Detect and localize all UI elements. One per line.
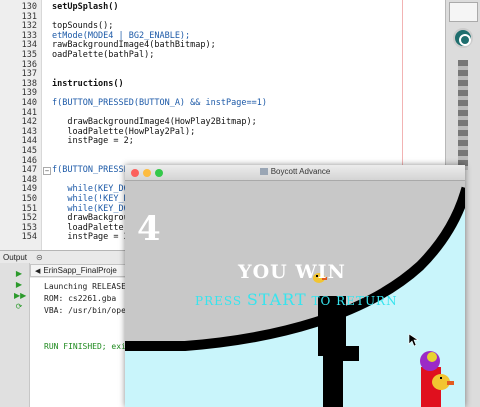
console-line: Launching RELEASE	[44, 282, 126, 291]
line-number: 145	[21, 146, 37, 156]
run-icon[interactable]: ▶	[14, 280, 24, 289]
console-line: VBA: /usr/bin/open	[44, 306, 130, 315]
output-panel: Output ⊝ ▶ ▶ ▶▶ ⟳ ◀ ErinSapp_FinalProje L…	[0, 250, 130, 407]
line-number: 149	[21, 184, 37, 195]
code-line[interactable]: while(!KEY_DO	[52, 194, 134, 204]
line-number-gutter: 130 131 132 133 134 135 136 137 138 139 140 141 142 1…	[0, 0, 42, 250]
line-number: 142	[21, 117, 37, 128]
line-number: 151	[21, 203, 37, 214]
line-number: 148	[21, 174, 37, 185]
rerun-icon[interactable]: ▶	[14, 269, 24, 278]
code-line[interactable]: while(KEY_DOW	[52, 204, 134, 214]
code-line[interactable]: etMode(MODE4 | BG2_ENABLE);	[52, 31, 190, 41]
output-tab[interactable]: ◀ ErinSapp_FinalProje	[30, 264, 130, 277]
code-line[interactable]: drawBackgrour	[52, 213, 134, 223]
line-number: 150	[21, 194, 37, 204]
code-line[interactable]: oadPalette(bathPal);	[52, 50, 154, 60]
scroll-marker-strip	[458, 60, 468, 170]
line-number: 140	[21, 98, 37, 108]
code-line[interactable]: rawBackgroundImage4(bathBitmap);	[52, 40, 216, 50]
output-toolbar: ▶ ▶ ▶▶ ⟳	[0, 263, 30, 407]
navigator-thumbnail[interactable]	[449, 2, 478, 22]
line-number: 131	[21, 11, 37, 22]
console-line: ROM: cs2261.gba	[44, 294, 117, 303]
output-tab-label: ErinSapp_FinalProje	[43, 266, 117, 275]
line-number: 143	[21, 126, 37, 137]
minimize-icon[interactable]: ⊝	[36, 253, 43, 262]
code-line[interactable]: instructions()	[52, 79, 124, 89]
fold-toggle-icon[interactable]: −	[43, 167, 51, 175]
line-number: 133	[21, 30, 37, 41]
app-icon	[259, 168, 268, 175]
power-icon[interactable]	[453, 28, 473, 48]
line-number: 136	[21, 59, 37, 70]
line-number: 132	[21, 21, 37, 32]
press-start-word: START	[246, 290, 307, 309]
output-panel-title: Output	[3, 253, 28, 262]
code-line[interactable]: f(BUTTON_PRESSED	[52, 165, 134, 175]
you-win-text: YOU WIN	[238, 261, 346, 283]
tab-scroll-left-icon[interactable]: ◀	[35, 268, 40, 275]
line-number: 153	[21, 222, 37, 233]
line-number: 147	[21, 165, 37, 176]
fast-forward-icon[interactable]: ▶▶	[14, 291, 26, 300]
line-number: 154	[21, 232, 37, 243]
output-console: Launching RELEASE ROM: cs2261.gba VBA: /us…	[30, 278, 130, 407]
line-number: 139	[21, 88, 37, 99]
console-line: RUN FINISHED; exit	[44, 342, 130, 351]
line-number: 152	[21, 213, 37, 224]
line-number: 144	[21, 136, 37, 147]
level-number: 4	[137, 209, 161, 249]
code-line[interactable]: loadPalette(C	[52, 223, 134, 233]
refresh-icon[interactable]: ⟳	[14, 302, 24, 311]
code-line[interactable]: f(BUTTON_PRESSED(BUTTON_A) && instPage==…	[52, 98, 267, 108]
line-number: 135	[21, 50, 37, 60]
press-suffix: TO RETURN	[306, 294, 398, 308]
line-number: 141	[21, 107, 37, 118]
line-number: 130	[21, 2, 37, 12]
code-line[interactable]: instPage = 2;	[52, 136, 134, 146]
emulator-titlebar[interactable]: Boycott Advance	[125, 165, 465, 181]
code-line[interactable]: instPage = 3;	[52, 232, 134, 242]
game-screen[interactable]: 4 YOU WIN PRESS START TO RETURN	[125, 181, 465, 407]
emulator-window[interactable]: Boycott Advance 4 YOU WIN PRESS START TO…	[125, 165, 465, 407]
line-number: 138	[21, 78, 37, 89]
black-block	[337, 346, 359, 361]
code-line[interactable]: topSounds();	[52, 21, 113, 31]
emulator-window-title: Boycott Advance	[270, 167, 331, 176]
code-line[interactable]: loadPalette(HowPlay2Pal);	[52, 127, 195, 137]
line-number: 137	[21, 69, 37, 80]
press-prefix: PRESS	[195, 294, 247, 308]
code-line[interactable]: setUpSplash()	[52, 2, 119, 12]
line-number: 146	[21, 155, 37, 166]
code-line[interactable]: drawBackgroundImage4(HowPlay2Bitmap);	[52, 117, 256, 127]
line-number: 134	[21, 40, 37, 51]
press-start-text: PRESS START TO RETURN	[195, 290, 398, 309]
code-line[interactable]: while(KEY_DOW	[52, 184, 134, 194]
